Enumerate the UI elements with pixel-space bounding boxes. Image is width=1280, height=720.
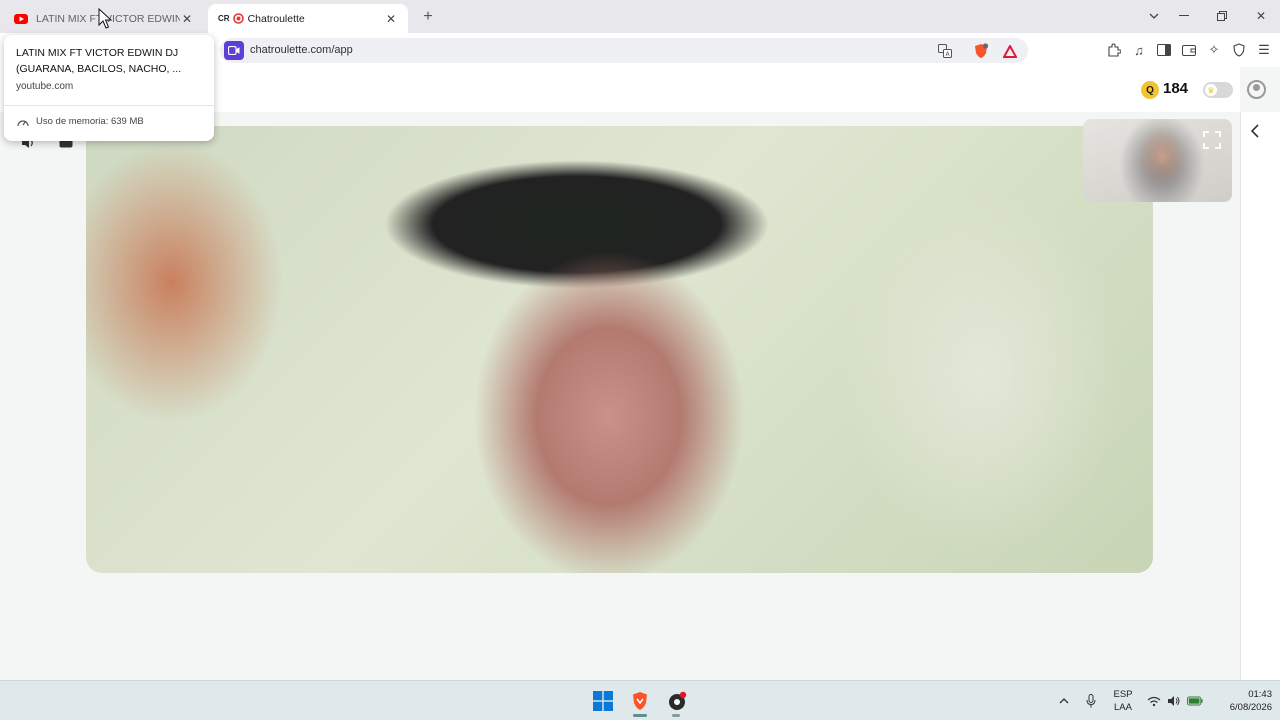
profile-avatar-icon[interactable] <box>1247 80 1266 99</box>
tab-strip: LATIN MIX FT VICTOR EDWIN DJ (GUARANA, B… <box>0 0 1280 33</box>
tab-chatroulette[interactable]: CR Chatroulette ✕ <box>208 4 408 33</box>
obs-studio-icon[interactable] <box>665 689 689 713</box>
chatroulette-icon: CR <box>218 12 244 26</box>
sidebar-icon[interactable] <box>1155 41 1173 59</box>
close-window-button[interactable]: ✕ <box>1250 6 1272 26</box>
wallet-icon[interactable] <box>1180 41 1198 59</box>
close-tab-icon[interactable]: ✕ <box>180 12 194 26</box>
hover-card-divider <box>4 105 214 106</box>
microphone-icon[interactable] <box>1083 693 1099 709</box>
translate-icon[interactable]: A <box>936 42 954 60</box>
chatroulette-page: Q 184 ♛ <box>0 67 1280 680</box>
hover-card-domain: youtube.com <box>16 81 74 92</box>
restore-button[interactable] <box>1211 6 1233 26</box>
new-tab-button[interactable]: + <box>418 7 438 27</box>
minimize-button[interactable] <box>1173 6 1195 26</box>
youtube-icon <box>14 12 28 26</box>
language-line2[interactable]: LAA <box>1111 702 1135 714</box>
brave-shields-icon[interactable] <box>972 42 990 60</box>
mouse-cursor-icon <box>98 8 113 29</box>
video-camera-icon <box>224 41 244 60</box>
chat-side-panel <box>1240 112 1280 680</box>
crown-icon: ♛ <box>1205 84 1217 96</box>
premium-toggle[interactable]: ♛ <box>1203 82 1233 98</box>
chatroulette-favicon-text: CR <box>218 14 230 23</box>
coin-count[interactable]: 184 <box>1163 80 1188 97</box>
memory-gauge-icon <box>16 115 30 129</box>
brave-rewards-icon[interactable] <box>1001 42 1019 60</box>
hover-card-title: LATIN MIX FT VICTOR EDWIN DJ (GUARANA, B… <box>16 47 182 75</box>
media-control-icon[interactable]: ♫ <box>1130 41 1148 59</box>
vpn-icon[interactable] <box>1230 41 1248 59</box>
wifi-icon[interactable] <box>1146 693 1162 709</box>
tab-title: Chatroulette <box>247 12 305 25</box>
battery-icon[interactable] <box>1187 693 1203 709</box>
clock-time[interactable]: 01:43 <box>1210 689 1272 701</box>
fullscreen-icon[interactable] <box>1199 127 1225 153</box>
tab-hover-card: LATIN MIX FT VICTOR EDWIN DJ (GUARANA, B… <box>4 35 214 141</box>
active-app-indicator <box>633 714 647 717</box>
address-bar[interactable]: chatroulette.com/app A <box>220 38 1028 63</box>
extensions-icon[interactable] <box>1105 41 1123 59</box>
chevron-up-icon[interactable] <box>1056 693 1072 709</box>
language-line1[interactable]: ESP <box>1111 689 1135 701</box>
close-tab-icon[interactable]: ✕ <box>384 12 398 26</box>
windows-start-icon[interactable] <box>591 689 615 713</box>
leo-ai-icon[interactable]: ✧ <box>1205 41 1223 59</box>
stranger-video-feed <box>86 126 1153 573</box>
coin-icon: Q <box>1141 81 1159 99</box>
running-app-indicator <box>672 714 680 717</box>
tab-search-icon[interactable] <box>1143 6 1165 26</box>
clock-date[interactable]: 6/08/2026 <box>1210 702 1272 714</box>
volume-icon[interactable] <box>1166 693 1182 709</box>
url-text: chatroulette.com/app <box>250 44 353 56</box>
hover-card-memory: Uso de memoria: 639 MB <box>36 116 144 127</box>
brave-browser-icon[interactable] <box>628 689 652 713</box>
windows-taskbar: ESP LAA 01:43 6/08/2026 <box>0 680 1280 720</box>
menu-icon[interactable]: ☰ <box>1255 41 1273 59</box>
chevron-left-icon[interactable] <box>1250 124 1259 143</box>
